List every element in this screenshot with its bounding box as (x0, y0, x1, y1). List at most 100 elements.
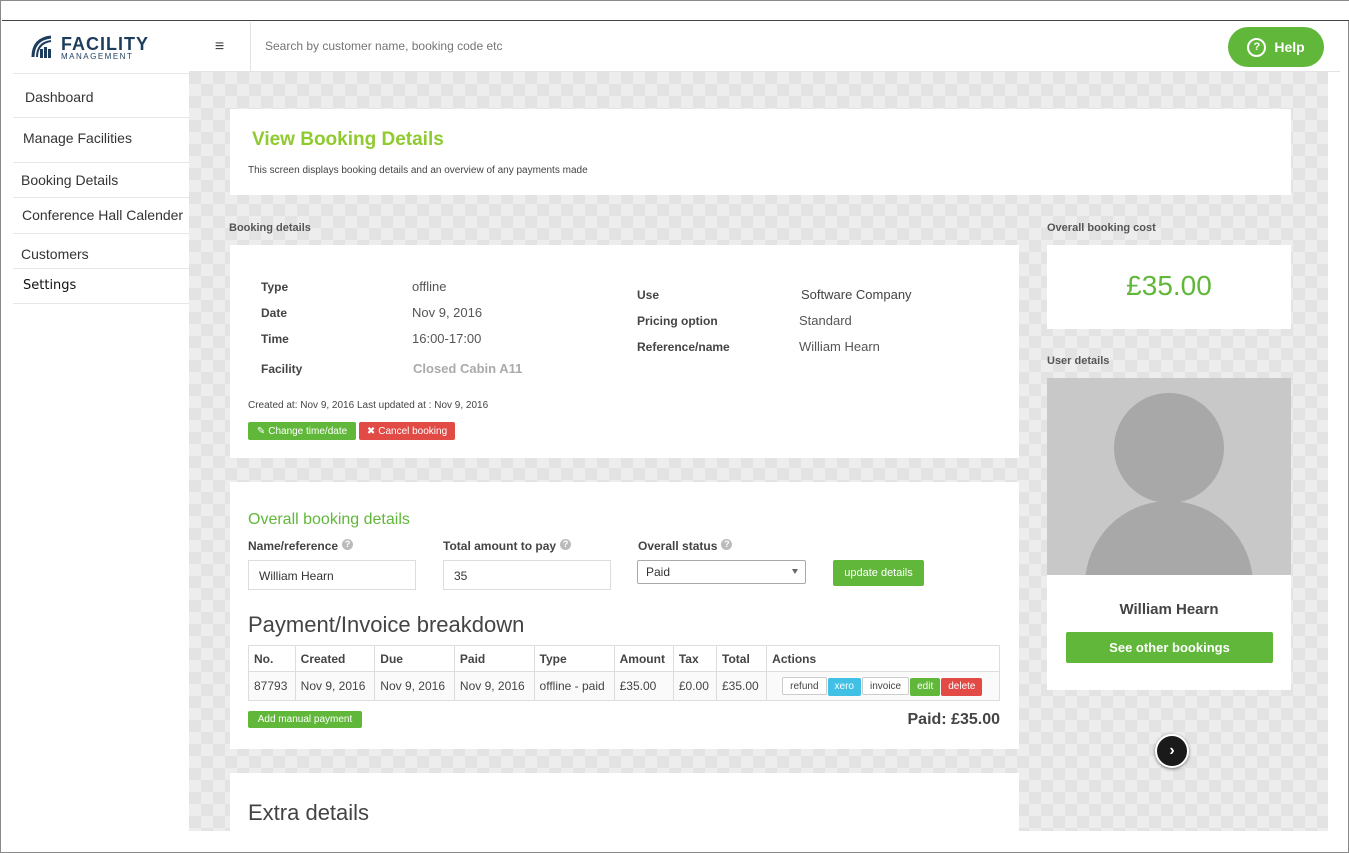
top-header: ≡ ? Help (189, 22, 1340, 72)
logo-line1: FACILITY (61, 33, 149, 54)
avatar-body-shape (1085, 501, 1253, 575)
delete-button[interactable]: delete (941, 677, 983, 696)
add-manual-payment-button[interactable]: Add manual payment (248, 711, 362, 728)
scrollbar-track[interactable] (1328, 72, 1340, 831)
sidebar-item-label: Manage Facilities (23, 130, 132, 146)
edit-button[interactable]: edit (910, 677, 941, 696)
col-header-actions: Actions (766, 645, 1000, 672)
total-amount-label: Total amount to pay? (443, 539, 572, 553)
app-logo[interactable]: FACILITY MANAGEMENT (13, 22, 189, 74)
help-button[interactable]: ? Help (1228, 27, 1324, 67)
overall-status-label: Overall status? (638, 539, 733, 553)
type-label: Type (261, 280, 289, 294)
overall-status-select[interactable]: Paid (637, 560, 806, 584)
menu-toggle-button[interactable]: ≡ (189, 22, 251, 72)
reference-value: William Hearn (799, 339, 880, 354)
overall-status-label-text: Overall status (638, 539, 718, 553)
cell-due: Nov 9, 2016 (374, 671, 455, 701)
cell-total: £35.00 (715, 671, 768, 701)
overall-booking-heading: Overall booking details (248, 511, 410, 528)
sidebar-item-conference-hall-calender[interactable]: Conference Hall Calender (13, 198, 189, 234)
overall-status-value: Paid (646, 565, 671, 579)
total-amount-input[interactable]: 35 (443, 560, 611, 590)
sidebar-item-manage-facilities[interactable]: Manage Facilities (13, 118, 189, 163)
cell-tax: £0.00 (672, 671, 718, 701)
name-reference-label: Name/reference? (248, 539, 354, 553)
sidebar-item-label: Dashboard (25, 89, 94, 105)
booking-cost-value: £35.00 (1126, 270, 1212, 301)
sidebar: FACILITY MANAGEMENT Dashboard Manage Fac… (13, 22, 189, 831)
change-time-date-label: Change time/date (268, 425, 348, 437)
user-card: William Hearn See other bookings (1047, 575, 1291, 690)
close-icon: ✖ (366, 425, 376, 437)
window-top-strip (2, 1, 1349, 21)
user-avatar (1047, 378, 1291, 575)
col-header-due: Due (374, 645, 455, 672)
sidebar-item-label: Settings (23, 278, 77, 293)
sidebar-item-label: Conference Hall Calender (22, 207, 184, 223)
paid-total: Paid: £35.00 (907, 711, 1001, 728)
help-question-icon[interactable]: ? (342, 539, 354, 550)
time-label: Time (261, 332, 289, 346)
name-reference-input[interactable]: William Hearn (248, 560, 416, 590)
col-header-tax: Tax (672, 645, 718, 672)
help-question-icon[interactable]: ? (560, 539, 572, 550)
help-label: Help (1274, 39, 1305, 55)
sidebar-item-dashboard[interactable]: Dashboard (13, 74, 189, 118)
main-content: View Booking Details This screen display… (189, 72, 1328, 831)
user-name: William Hearn (1119, 601, 1219, 618)
extra-details-card: Extra details (230, 773, 1019, 831)
use-value: Software Company (801, 287, 912, 302)
sidebar-item-settings[interactable]: Settings (13, 269, 189, 304)
help-question-icon[interactable]: ? (721, 539, 733, 550)
sidebar-item-booking-details[interactable]: Booking Details (13, 163, 189, 198)
pricing-label: Pricing option (637, 314, 718, 328)
type-value: offline (412, 279, 447, 294)
page-subtitle: This screen displays booking details and… (248, 165, 588, 176)
overall-booking-card: Overall booking details Name/reference? … (230, 482, 1019, 749)
sidebar-item-customers[interactable]: Customers (13, 234, 189, 269)
search-input[interactable] (265, 39, 765, 53)
time-value: 16:00-17:00 (412, 331, 482, 346)
col-header-paid: Paid (453, 645, 535, 672)
change-time-date-button[interactable]: ✎ Change time/date (248, 422, 356, 440)
cancel-booking-button[interactable]: ✖ Cancel booking (359, 422, 455, 440)
pricing-value: Standard (799, 313, 852, 328)
chevron-right-icon: › (1169, 742, 1175, 759)
cancel-booking-label: Cancel booking (378, 425, 448, 437)
update-details-button[interactable]: update details (833, 560, 924, 586)
booking-details-label: Booking details (229, 222, 311, 234)
col-header-created: Created (294, 645, 376, 672)
question-circle-icon: ? (1247, 37, 1267, 57)
dropdown-caret-icon (792, 569, 798, 574)
sidebar-item-label: Customers (21, 246, 89, 262)
page-header-card: View Booking Details (230, 109, 1291, 195)
see-other-bookings-label: See other bookings (1109, 640, 1230, 655)
logo-line2: MANAGEMENT (61, 51, 134, 61)
name-reference-label-text: Name/reference (248, 539, 339, 553)
col-header-total: Total (715, 645, 768, 672)
add-manual-payment-label: Add manual payment (257, 714, 353, 725)
date-label: Date (261, 306, 288, 320)
payment-breakdown-heading: Payment/Invoice breakdown (248, 612, 525, 637)
col-header-type: Type (533, 645, 615, 672)
cell-amount: £35.00 (613, 671, 674, 701)
cell-actions: refund xero invoice edit delete (766, 671, 1000, 701)
see-other-bookings-button[interactable]: See other bookings (1066, 632, 1273, 663)
use-label: Use (637, 288, 660, 302)
cell-paid: Nov 9, 2016 (453, 671, 535, 701)
next-arrow-button[interactable]: › (1155, 734, 1189, 768)
avatar-head-shape (1114, 393, 1224, 503)
facility-label: Facility (261, 362, 303, 376)
page-title: View Booking Details (252, 129, 444, 150)
invoice-button[interactable]: invoice (861, 676, 910, 695)
user-details-label: User details (1047, 355, 1110, 367)
cell-created: Nov 9, 2016 (294, 671, 376, 701)
refund-button[interactable]: refund (782, 676, 827, 695)
col-header-amount: Amount (613, 645, 674, 672)
xero-button[interactable]: xero (827, 677, 861, 696)
update-details-label: update details (844, 567, 913, 579)
created-updated-text: Created at: Nov 9, 2016 Last updated at … (248, 400, 489, 411)
payments-table: No. Created Due Paid Type Amount Tax Tot… (248, 645, 1000, 701)
cell-type: offline - paid (533, 671, 615, 701)
